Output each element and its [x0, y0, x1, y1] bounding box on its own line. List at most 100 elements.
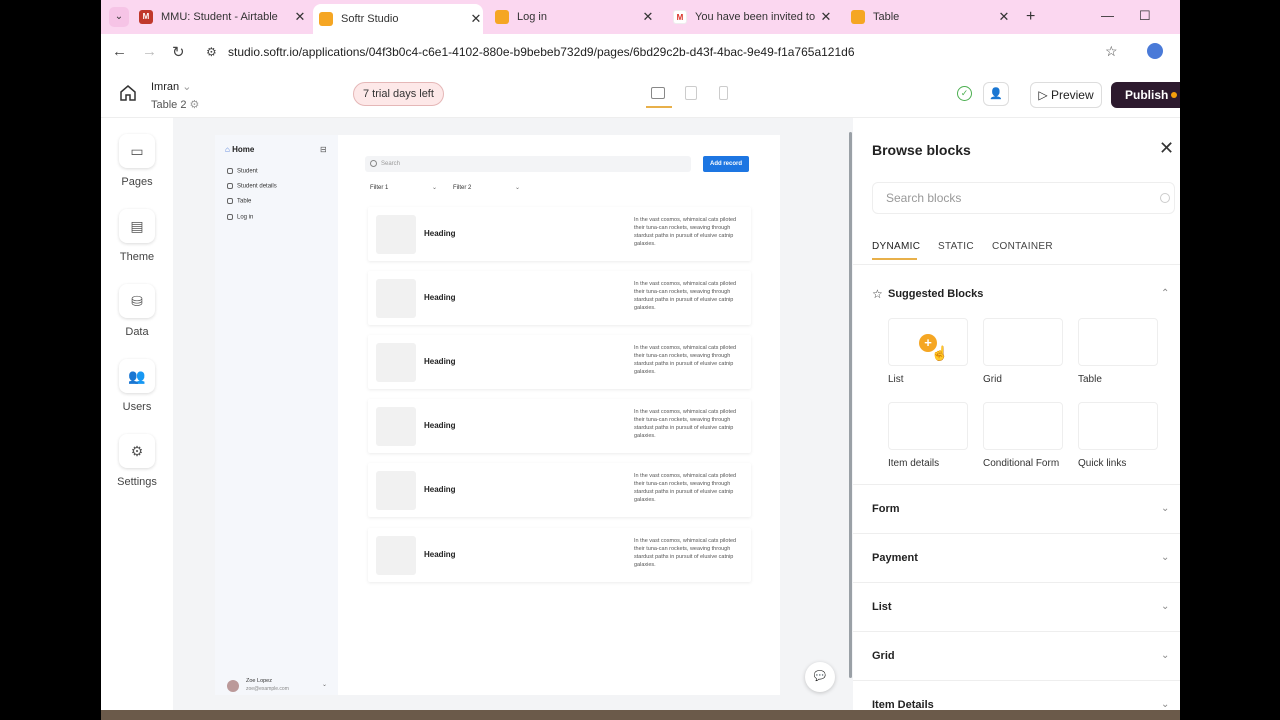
site-settings-icon[interactable]: ⚙: [206, 38, 217, 66]
panel-title: Browse blocks: [872, 142, 971, 158]
chevron-down-icon: ⌄: [1161, 699, 1170, 710]
address-bar[interactable]: ⚙ studio.softr.io/applications/04f3b0c4-…: [200, 38, 1130, 66]
block-item-details[interactable]: Item details: [888, 402, 970, 469]
section-form[interactable]: Form ⌄: [853, 484, 1180, 533]
airtable-icon: M: [139, 10, 153, 24]
search-icon: [1160, 193, 1170, 203]
close-tab-icon[interactable]: ✕: [293, 9, 307, 25]
tab-gmail[interactable]: M You have been invited to Im ✕: [673, 4, 833, 30]
section-list[interactable]: List ⌄: [853, 582, 1180, 631]
tablet-view-icon[interactable]: [685, 86, 697, 100]
filter-2[interactable]: Filter 2 ⌄: [448, 182, 524, 195]
site-nav-item[interactable]: Table: [227, 198, 251, 205]
rail-item-users[interactable]: 👥 Users: [101, 359, 173, 413]
block-conditional-form[interactable]: Conditional Form: [983, 402, 1065, 469]
item-image: [376, 279, 416, 318]
browser-toolbar: ← → ↻ ⚙ studio.softr.io/applications/04f…: [101, 34, 1180, 70]
collapse-sidebar-icon[interactable]: ⊟: [320, 145, 327, 154]
page-name[interactable]: Table 2 ⚙: [151, 98, 199, 111]
tab-container[interactable]: CONTAINER: [992, 241, 1053, 252]
filter-1[interactable]: Filter 1 ⌄: [365, 182, 441, 195]
page-canvas: ⌂ Home ⊟ Student Student details Table L…: [173, 118, 853, 710]
chevron-up-icon[interactable]: ⌃: [1161, 288, 1169, 299]
site-home-link[interactable]: ⌂ Home: [225, 145, 254, 154]
list-item[interactable]: Heading In the vast cosmos, whimsical ca…: [368, 528, 751, 582]
workspace-name[interactable]: Imran ⌄: [151, 80, 191, 93]
desktop-view-icon[interactable]: [651, 87, 665, 99]
chevron-down-icon: ⌄: [1161, 552, 1170, 563]
browse-blocks-panel: Browse blocks ✕ Search blocks DYNAMIC ST…: [853, 118, 1180, 710]
block-list[interactable]: + ☝ List: [888, 318, 970, 385]
home-icon: ⌂: [225, 145, 230, 154]
tab-airtable[interactable]: M MMU: Student - Airtable ✕: [139, 4, 307, 30]
suggested-blocks-heading[interactable]: Suggested Blocks: [888, 288, 983, 300]
maximize-icon[interactable]: ☐: [1139, 8, 1151, 24]
back-icon[interactable]: ←: [112, 43, 127, 60]
site-nav-item[interactable]: Student: [227, 168, 258, 175]
item-image: [376, 407, 416, 446]
canvas-scrollbar[interactable]: [849, 132, 852, 678]
rail-item-data[interactable]: ⛁ Data: [101, 284, 173, 338]
reload-icon[interactable]: ↻: [172, 43, 185, 61]
taskbar: [101, 710, 1180, 720]
site-nav-item[interactable]: Log in: [227, 214, 253, 221]
site-search-input[interactable]: Search: [365, 156, 691, 172]
link-icon: [227, 198, 233, 204]
block-quick-links[interactable]: Quick links: [1078, 402, 1160, 469]
rail-item-pages[interactable]: ▭ Pages: [101, 134, 173, 188]
chevron-down-icon: ⌄: [1161, 650, 1170, 661]
item-image: [376, 343, 416, 382]
preview-button[interactable]: ▷ Preview: [1030, 82, 1102, 108]
invite-user-icon[interactable]: 👤: [983, 82, 1009, 106]
close-tab-icon[interactable]: ✕: [819, 9, 833, 25]
rail-item-theme[interactable]: ▤ Theme: [101, 209, 173, 263]
site-preview[interactable]: ⌂ Home ⊟ Student Student details Table L…: [215, 135, 780, 695]
tab-log-in[interactable]: Log in ✕: [495, 4, 655, 30]
add-record-button[interactable]: Add record: [703, 156, 749, 172]
tab-static[interactable]: STATIC: [938, 241, 974, 252]
trial-badge[interactable]: 7 trial days left: [353, 82, 444, 106]
section-payment[interactable]: Payment ⌄: [853, 533, 1180, 582]
close-icon[interactable]: ✕: [1159, 138, 1174, 159]
link-icon: [227, 183, 233, 189]
divider: [853, 264, 1180, 265]
bookmark-star-icon[interactable]: ☆: [1105, 43, 1118, 60]
chevron-down-icon: ⌄: [1161, 601, 1170, 612]
close-tab-icon[interactable]: ✕: [469, 11, 483, 27]
chevron-down-icon: ⌄: [1161, 503, 1170, 514]
list-item[interactable]: Heading In the vast cosmos, whimsical ca…: [368, 207, 751, 261]
close-tab-icon[interactable]: ✕: [641, 9, 655, 25]
pages-icon: ▭: [119, 134, 155, 168]
mobile-view-icon[interactable]: [719, 86, 728, 100]
tab-dynamic[interactable]: DYNAMIC: [872, 241, 920, 252]
list-item[interactable]: Heading In the vast cosmos, whimsical ca…: [368, 463, 751, 517]
search-blocks-input[interactable]: Search blocks: [872, 182, 1175, 214]
list-item[interactable]: Heading In the vast cosmos, whimsical ca…: [368, 335, 751, 389]
close-tab-icon[interactable]: ✕: [997, 9, 1011, 25]
new-tab-icon[interactable]: +: [1026, 8, 1035, 26]
publish-button[interactable]: Publish: [1111, 82, 1180, 108]
minimize-icon[interactable]: —: [1101, 8, 1114, 23]
tab-table[interactable]: Table ✕: [851, 4, 1011, 30]
chat-icon[interactable]: 💬: [805, 662, 835, 692]
item-image: [376, 536, 416, 575]
desktop-view-indicator: [646, 106, 672, 108]
section-item-details[interactable]: Item Details ⌄: [853, 680, 1180, 710]
site-nav-item[interactable]: Student details: [227, 183, 277, 190]
section-grid[interactable]: Grid ⌄: [853, 631, 1180, 680]
forward-icon[interactable]: →: [142, 43, 157, 60]
list-item[interactable]: Heading In the vast cosmos, whimsical ca…: [368, 399, 751, 453]
home-icon[interactable]: [119, 84, 137, 102]
list-item[interactable]: Heading In the vast cosmos, whimsical ca…: [368, 271, 751, 325]
tab-softr-studio[interactable]: Softr Studio ✕: [313, 4, 483, 34]
block-table[interactable]: Table: [1078, 318, 1160, 385]
profile-avatar-icon[interactable]: [1147, 43, 1163, 59]
hand-cursor-icon: ☝: [931, 345, 949, 361]
list-block-thumbnail: + ☝: [888, 318, 968, 366]
search-icon: [370, 160, 377, 167]
rail-item-settings[interactable]: ⚙ Settings: [101, 434, 173, 488]
theme-icon: ▤: [119, 209, 155, 243]
gear-icon: ⚙: [119, 434, 155, 468]
tab-search-icon[interactable]: ⌄: [109, 7, 129, 27]
block-grid[interactable]: Grid: [983, 318, 1065, 385]
